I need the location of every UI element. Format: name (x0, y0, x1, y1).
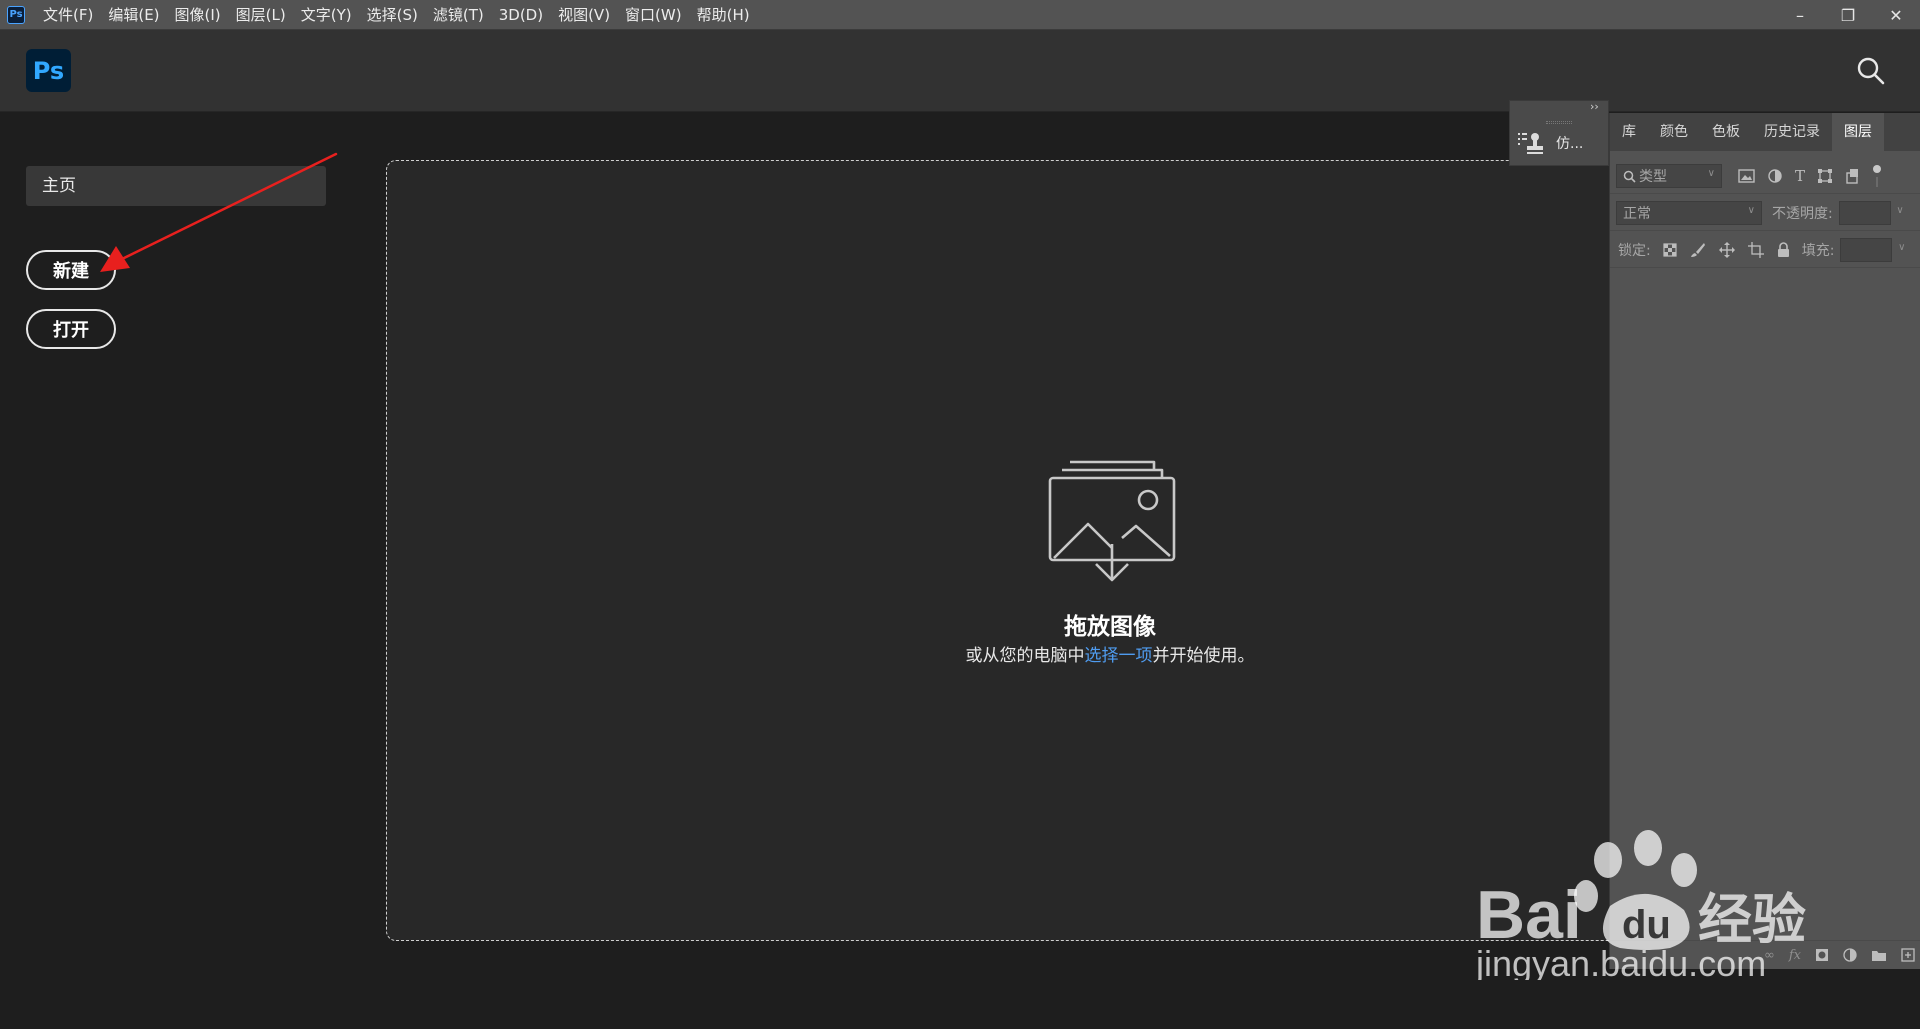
search-icon[interactable] (1853, 53, 1889, 89)
menu-filter[interactable]: 滤镜(T) (433, 4, 484, 25)
drop-subtitle: 或从您的电脑中选择一项并开始使用。 (810, 641, 1410, 666)
lock-position-icon[interactable] (1718, 241, 1735, 258)
drop-subtitle-after: 并开始使用。 (1152, 646, 1255, 666)
menu-window[interactable]: 窗口(W) (625, 4, 682, 25)
fill-input[interactable]: ∨ (1840, 237, 1905, 262)
tab-swatches[interactable]: 色板 (1700, 113, 1752, 151)
panel-grip[interactable] (1546, 121, 1572, 124)
watermark-brand: Bai (1476, 877, 1582, 953)
clone-source-panel-item[interactable]: 仿... (1518, 131, 1583, 155)
blend-opacity-row: 正常 ∨ 不透明度: ∨ (1610, 195, 1920, 231)
close-button[interactable]: ✕ (1872, 0, 1920, 30)
drop-title: 拖放图像 (1064, 614, 1156, 640)
pixel-layer-filter-icon[interactable] (1738, 168, 1755, 183)
window-controls: – ❐ ✕ (1776, 0, 1920, 30)
open-button[interactable]: 打开 (26, 309, 116, 349)
baidu-jingyan-watermark: Bai du 经验 jingyan.baidu.com (1475, 830, 1806, 980)
lock-all-icon[interactable] (1777, 242, 1790, 257)
opacity-input[interactable]: ∨ (1838, 200, 1904, 225)
drop-subtitle-before: 或从您的电脑中 (965, 646, 1085, 666)
blend-mode-select[interactable]: 正常 ∨ (1616, 200, 1762, 225)
chevron-down-icon: ∨ (1707, 167, 1715, 179)
collapse-panel-icon[interactable]: ›› (1590, 100, 1599, 113)
filter-type-icons: T (1738, 164, 1883, 187)
paw-toe (1634, 830, 1662, 866)
lock-transparent-pixels-icon[interactable] (1663, 242, 1677, 257)
menu-3d[interactable]: 3D(D) (499, 6, 543, 24)
tab-layers[interactable]: 图层 (1832, 113, 1884, 151)
opacity-label: 不透明度: (1772, 205, 1833, 222)
watermark-brand-du: du (1622, 903, 1671, 947)
menu-type[interactable]: 文字(Y) (301, 4, 352, 25)
blend-mode-value: 正常 (1623, 205, 1651, 222)
menu-edit[interactable]: 编辑(E) (108, 4, 159, 25)
paw-toe (1594, 842, 1622, 878)
shape-layer-filter-icon[interactable] (1817, 168, 1833, 184)
lock-icons (1663, 241, 1790, 258)
type-layer-filter-icon[interactable]: T (1795, 167, 1805, 185)
menu-select[interactable]: 选择(S) (367, 4, 418, 25)
tab-color[interactable]: 颜色 (1648, 113, 1700, 151)
menu-bar: Ps 文件(F) 编辑(E) 图像(I) 图层(L) 文字(Y) 选择(S) 滤… (0, 0, 1920, 30)
drop-zone[interactable] (386, 160, 1626, 941)
menu-help[interactable]: 帮助(H) (697, 4, 750, 25)
chevron-down-icon: ∨ (1896, 204, 1904, 216)
menu-layer[interactable]: 图层(L) (236, 4, 286, 25)
lock-image-pixels-icon[interactable] (1690, 242, 1706, 258)
search-icon (1623, 170, 1636, 183)
adjustment-layer-filter-icon[interactable] (1767, 168, 1783, 184)
tab-libraries[interactable]: 库 (1610, 113, 1648, 151)
menu-file[interactable]: 文件(F) (43, 4, 93, 25)
chevron-down-icon: ∨ (1898, 241, 1906, 253)
lock-label: 锁定: (1618, 242, 1651, 259)
new-group-folder-icon[interactable] (1871, 948, 1887, 962)
clone-stamp-icon (1518, 133, 1543, 154)
minimize-button[interactable]: – (1776, 0, 1824, 30)
tab-history[interactable]: 历史记录 (1752, 113, 1832, 151)
new-layer-icon[interactable] (1901, 948, 1915, 962)
select-file-link[interactable]: 选择一项 (1085, 646, 1153, 666)
watermark-suffix: 经验 (1698, 890, 1806, 950)
annotation-arrow (100, 152, 338, 272)
ps-app-icon: Ps (7, 5, 25, 24)
image-drop-icon (1048, 460, 1176, 582)
layer-filter-select[interactable]: 类型 ∨ (1616, 163, 1722, 188)
clone-source-label: 仿... (1556, 136, 1584, 152)
lock-fill-row: 锁定: 填充: ∨ (1610, 232, 1920, 268)
restore-button[interactable]: ❐ (1824, 0, 1872, 30)
menu-image[interactable]: 图像(I) (175, 4, 221, 25)
menu-view[interactable]: 视图(V) (558, 4, 610, 25)
layer-filter-value: 类型 (1639, 168, 1667, 185)
watermark-url: jingyan.baidu.com (1475, 943, 1766, 980)
home-header: Ps (0, 30, 1920, 112)
photoshop-logo: Ps (26, 49, 71, 92)
filter-toggle-icon[interactable] (1871, 164, 1883, 187)
fill-label: 填充: (1801, 242, 1835, 259)
lock-artboard-icon[interactable] (1747, 241, 1764, 258)
paw-toe (1671, 853, 1697, 887)
panel-tabs: 库 颜色 色板 历史记录 图层 (1610, 113, 1920, 151)
layer-filter-row: 类型 ∨ T (1610, 158, 1920, 194)
chevron-down-icon: ∨ (1747, 204, 1755, 216)
smart-object-filter-icon[interactable] (1845, 168, 1859, 184)
